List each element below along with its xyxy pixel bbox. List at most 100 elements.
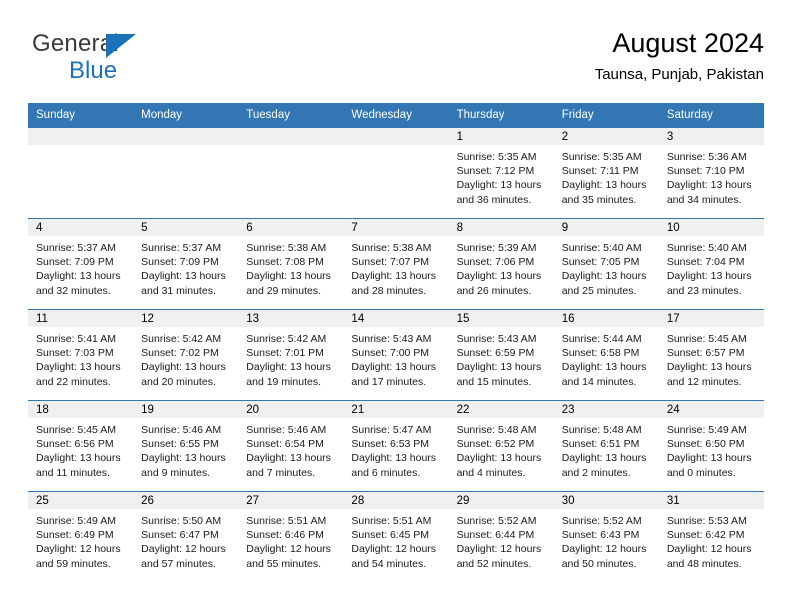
calendar-day-cell[interactable]: 20 Sunrise: 5:46 AM Sunset: 6:54 PM Dayligh…: [238, 400, 344, 492]
day-number: 26: [133, 492, 239, 509]
calendar-day-cell[interactable]: 1 Sunrise: 5:35 AM Sunset: 7:12 PM Daylight…: [448, 127, 554, 219]
daylight-text-line1: Daylight: 13 hours: [246, 270, 331, 283]
day-details: [133, 145, 238, 150]
sunset-text: Sunset: 6:57 PM: [666, 347, 745, 360]
daylight-text-line1: Daylight: 13 hours: [351, 452, 437, 465]
day-number: 11: [28, 310, 134, 327]
sunrise-text: Sunrise: 5:48 AM: [561, 424, 642, 436]
sunset-text: Sunset: 6:45 PM: [351, 529, 430, 542]
daylight-text-line2: and 11 minutes.: [36, 466, 110, 479]
sunrise-text: Sunrise: 5:44 AM: [561, 333, 642, 345]
day-number: 20: [238, 401, 344, 418]
sunset-text: Sunset: 6:49 PM: [36, 529, 114, 542]
daylight-text-line1: Daylight: 13 hours: [666, 179, 752, 192]
sunrise-text: Sunrise: 5:36 AM: [666, 151, 747, 163]
calendar-day-cell[interactable]: 31 Sunrise: 5:53 AM Sunset: 6:42 PM Dayligh…: [658, 491, 764, 582]
daylight-text-line1: Daylight: 13 hours: [141, 270, 226, 283]
day-number: 13: [238, 310, 344, 327]
day-details: Sunrise: 5:38 AM Sunset: 7:07 PM Daylight:…: [343, 236, 448, 298]
sunset-text: Sunset: 7:01 PM: [246, 347, 324, 360]
daylight-text-line1: Daylight: 13 hours: [141, 452, 226, 465]
calendar-day-cell[interactable]: 28 Sunrise: 5:51 AM Sunset: 6:45 PM Dayligh…: [343, 491, 449, 582]
day-number: 16: [553, 310, 659, 327]
calendar-day-cell[interactable]: 25 Sunrise: 5:49 AM Sunset: 6:49 PM Dayligh…: [28, 491, 134, 582]
day-details: Sunrise: 5:52 AM Sunset: 6:44 PM Daylight:…: [449, 509, 554, 571]
page-subtitle: Taunsa, Punjab, Pakistan: [594, 66, 764, 83]
calendar-day-cell[interactable]: 11 Sunrise: 5:41 AM Sunset: 7:03 PM Dayligh…: [28, 309, 134, 401]
calendar-day-cell[interactable]: 24 Sunrise: 5:49 AM Sunset: 6:50 PM Dayligh…: [658, 400, 764, 492]
daylight-text-line2: and 35 minutes.: [561, 193, 637, 206]
day-number: 19: [133, 401, 239, 418]
daylight-text-line1: Daylight: 12 hours: [36, 543, 121, 556]
day-number: [238, 128, 344, 145]
calendar-day-cell[interactable]: 23 Sunrise: 5:48 AM Sunset: 6:51 PM Dayligh…: [553, 400, 659, 492]
calendar-day-cell[interactable]: 21 Sunrise: 5:47 AM Sunset: 6:53 PM Dayligh…: [343, 400, 449, 492]
daylight-text-line2: and 28 minutes.: [351, 284, 427, 297]
calendar-day-cell[interactable]: 26 Sunrise: 5:50 AM Sunset: 6:47 PM Dayligh…: [133, 491, 239, 582]
daylight-text-line2: and 15 minutes.: [456, 375, 532, 388]
calendar-day-cell[interactable]: 4 Sunrise: 5:37 AM Sunset: 7:09 PM Daylight…: [28, 218, 134, 310]
calendar-day-cell[interactable]: 22 Sunrise: 5:48 AM Sunset: 6:52 PM Dayligh…: [448, 400, 554, 492]
daylight-text-line1: Daylight: 13 hours: [456, 270, 542, 283]
calendar-day-cell[interactable]: 16 Sunrise: 5:44 AM Sunset: 6:58 PM Dayligh…: [553, 309, 659, 401]
calendar-day-cell[interactable]: 17 Sunrise: 5:45 AM Sunset: 6:57 PM Dayligh…: [658, 309, 764, 401]
calendar-week-row: 4 Sunrise: 5:37 AM Sunset: 7:09 PM Daylight…: [28, 218, 764, 310]
daylight-text-line1: Daylight: 13 hours: [456, 179, 542, 192]
calendar-day-cell[interactable]: 9 Sunrise: 5:40 AM Sunset: 7:05 PM Daylight…: [553, 218, 659, 310]
day-number: 15: [448, 310, 554, 327]
daylight-text-line2: and 34 minutes.: [666, 193, 742, 206]
calendar-day-cell[interactable]: 19 Sunrise: 5:46 AM Sunset: 6:55 PM Dayligh…: [133, 400, 239, 492]
calendar-day-cell[interactable]: 14 Sunrise: 5:43 AM Sunset: 7:00 PM Dayligh…: [343, 309, 449, 401]
logo-triangle-icon: [106, 34, 136, 58]
daylight-text-line1: Daylight: 13 hours: [561, 179, 647, 192]
day-number: 7: [343, 219, 449, 236]
calendar-day-cell[interactable]: 5 Sunrise: 5:37 AM Sunset: 7:09 PM Daylight…: [133, 218, 239, 310]
calendar-week-row: 1 Sunrise: 5:35 AM Sunset: 7:12 PM Daylight…: [28, 127, 764, 219]
calendar-day-cell[interactable]: 12 Sunrise: 5:42 AM Sunset: 7:02 PM Dayligh…: [133, 309, 239, 401]
sunset-text: Sunset: 6:51 PM: [561, 438, 640, 451]
calendar-day-cell[interactable]: 6 Sunrise: 5:38 AM Sunset: 7:08 PM Daylight…: [238, 218, 344, 310]
sunset-text: Sunset: 7:11 PM: [561, 165, 639, 178]
weekday-header-row: Sunday Monday Tuesday Wednesday Thursday Frid…: [28, 103, 764, 128]
day-details: Sunrise: 5:37 AM Sunset: 7:09 PM Daylight:…: [28, 236, 133, 298]
sunrise-text: Sunrise: 5:41 AM: [36, 333, 116, 345]
calendar-day-cell[interactable]: 3 Sunrise: 5:36 AM Sunset: 7:10 PM Daylight…: [658, 127, 764, 219]
calendar-day-cell[interactable]: 18 Sunrise: 5:45 AM Sunset: 6:56 PM Dayligh…: [28, 400, 134, 492]
calendar-day-cell[interactable]: 29 Sunrise: 5:52 AM Sunset: 6:44 PM Dayligh…: [448, 491, 554, 582]
sunrise-text: Sunrise: 5:42 AM: [141, 333, 222, 345]
daylight-text-line2: and 14 minutes.: [561, 375, 637, 388]
calendar-day-cell[interactable]: 30 Sunrise: 5:52 AM Sunset: 6:43 PM Dayligh…: [553, 491, 659, 582]
day-details: Sunrise: 5:42 AM Sunset: 7:02 PM Daylight:…: [133, 327, 238, 389]
daylight-text-line1: Daylight: 12 hours: [561, 543, 647, 556]
daylight-text-line1: Daylight: 12 hours: [666, 543, 752, 556]
day-number: 10: [658, 219, 764, 236]
day-details: Sunrise: 5:48 AM Sunset: 6:52 PM Daylight:…: [449, 418, 554, 480]
calendar-day-cell[interactable]: 15 Sunrise: 5:43 AM Sunset: 6:59 PM Dayligh…: [448, 309, 554, 401]
daylight-text-line1: Daylight: 13 hours: [666, 452, 752, 465]
calendar-day-cell[interactable]: 8 Sunrise: 5:39 AM Sunset: 7:06 PM Daylight…: [448, 218, 554, 310]
sunrise-text: Sunrise: 5:40 AM: [666, 242, 747, 254]
sunrise-text: Sunrise: 5:53 AM: [666, 515, 747, 527]
calendar-day-cell[interactable]: 27 Sunrise: 5:51 AM Sunset: 6:46 PM Dayligh…: [238, 491, 344, 582]
day-number: 29: [448, 492, 554, 509]
day-number: 14: [343, 310, 449, 327]
daylight-text-line2: and 6 minutes.: [351, 466, 421, 479]
calendar-cell-empty: [28, 127, 134, 219]
calendar-day-cell[interactable]: 7 Sunrise: 5:38 AM Sunset: 7:07 PM Daylight…: [343, 218, 449, 310]
sunset-text: Sunset: 7:02 PM: [141, 347, 219, 360]
day-details: Sunrise: 5:37 AM Sunset: 7:09 PM Daylight:…: [133, 236, 238, 298]
sunset-text: Sunset: 7:09 PM: [36, 256, 114, 269]
day-details: Sunrise: 5:36 AM Sunset: 7:10 PM Daylight:…: [659, 145, 764, 207]
day-number: 30: [553, 492, 659, 509]
day-details: Sunrise: 5:39 AM Sunset: 7:06 PM Daylight:…: [449, 236, 554, 298]
generalblue-logo[interactable]: General Blue: [32, 30, 232, 90]
sunset-text: Sunset: 6:59 PM: [456, 347, 535, 360]
calendar-day-cell[interactable]: 13 Sunrise: 5:42 AM Sunset: 7:01 PM Dayligh…: [238, 309, 344, 401]
calendar-day-cell[interactable]: 2 Sunrise: 5:35 AM Sunset: 7:11 PM Daylight…: [553, 127, 659, 219]
day-details: [238, 145, 343, 150]
sunrise-text: Sunrise: 5:51 AM: [351, 515, 432, 527]
day-details: Sunrise: 5:40 AM Sunset: 7:05 PM Daylight:…: [554, 236, 659, 298]
calendar-day-cell[interactable]: 10 Sunrise: 5:40 AM Sunset: 7:04 PM Dayligh…: [658, 218, 764, 310]
calendar-week-row: 11 Sunrise: 5:41 AM Sunset: 7:03 PM Dayligh…: [28, 309, 764, 401]
daylight-text-line2: and 23 minutes.: [666, 284, 742, 297]
